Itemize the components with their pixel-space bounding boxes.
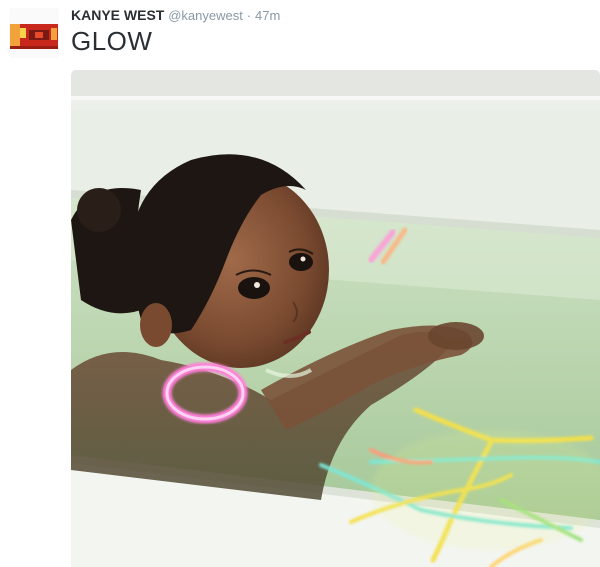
- avatar[interactable]: [9, 8, 59, 58]
- tweet-timestamp[interactable]: 47m: [255, 8, 280, 23]
- separator-dot: ·: [246, 8, 252, 23]
- tweet: KANYE WEST @kanyewest · 47m GLOW: [0, 0, 600, 567]
- author-fullname[interactable]: KANYE WEST: [71, 7, 164, 23]
- tweet-photo[interactable]: [71, 70, 600, 567]
- photo-illustration: [71, 70, 600, 567]
- author-username[interactable]: @kanyewest: [168, 8, 243, 23]
- tweet-text: GLOW: [71, 26, 153, 56]
- avatar-image: [9, 8, 59, 58]
- tweet-header: KANYE WEST @kanyewest · 47m: [71, 6, 280, 25]
